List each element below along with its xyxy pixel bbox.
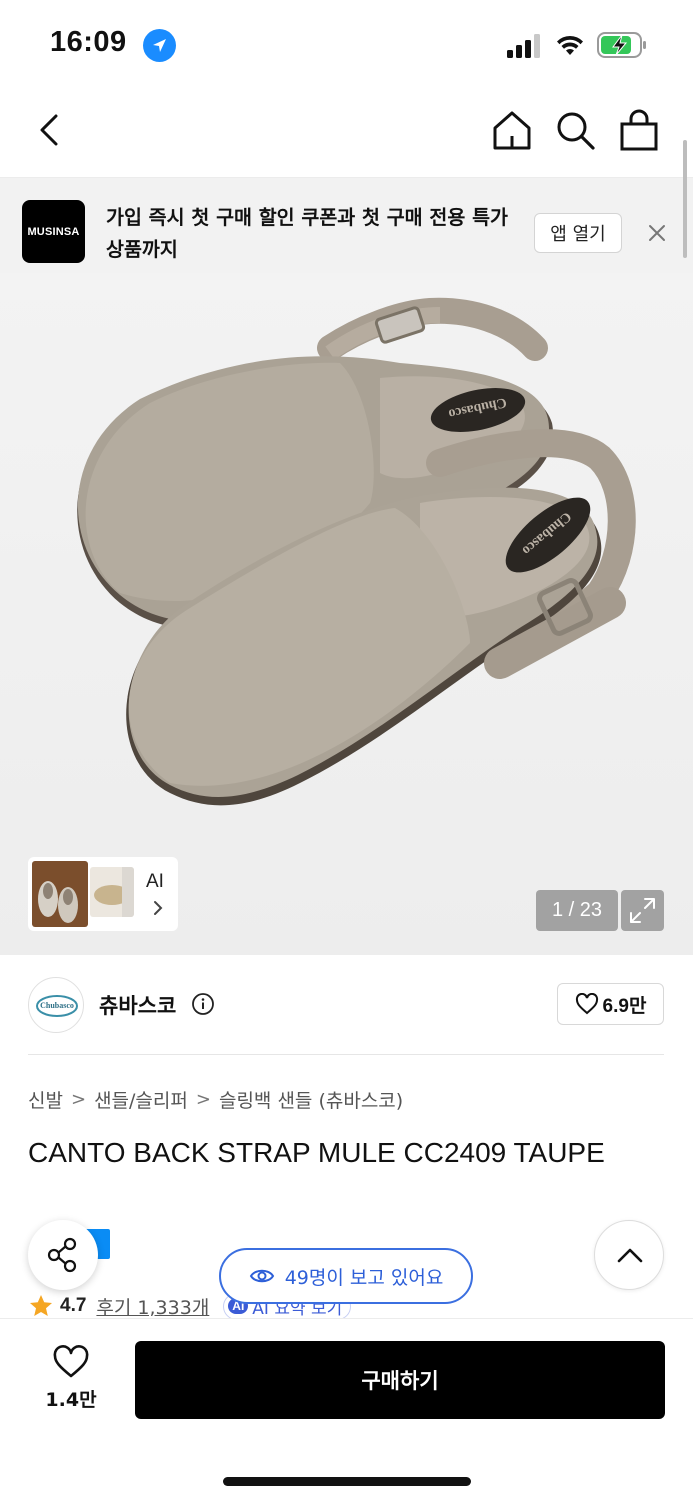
chevron-right-icon [154, 901, 163, 915]
home-icon[interactable] [490, 108, 534, 152]
search-icon[interactable] [553, 108, 597, 152]
breadcrumb-item[interactable]: 슬링백 샌들 (츄바스코) [219, 1086, 403, 1113]
share-icon [47, 1237, 77, 1273]
info-icon[interactable] [191, 992, 215, 1016]
back-icon[interactable] [28, 108, 72, 152]
breadcrumb-item[interactable]: 신발 [28, 1086, 63, 1113]
chevron-up-icon [617, 1248, 643, 1263]
product-title: CANTO BACK STRAP MULE CC2409 TAUPE [28, 1137, 605, 1168]
status-time: 16:09 [50, 26, 127, 58]
signal-icon [507, 34, 540, 58]
app-install-banner: MUSINSA 가입 즉시 첫 구매 할인 쿠폰과 첫 구매 전용 특가 상품까… [0, 178, 693, 273]
brand-like-button[interactable]: 6.9만 [557, 983, 664, 1025]
review-count-link[interactable]: 후기 1,333개 [96, 1293, 209, 1320]
wishlist-count: 1.4만 [45, 1389, 97, 1411]
thumbnail-image[interactable] [32, 861, 88, 927]
brand-like-count: 6.9만 [602, 995, 647, 1017]
brand-name[interactable]: 츄바스코 [99, 990, 176, 1020]
ai-label: AI [146, 871, 164, 892]
heart-icon [53, 1345, 89, 1378]
banner-message: 가입 즉시 첫 구매 할인 쿠폰과 첫 구매 전용 특가 상품까지 [106, 206, 508, 261]
product-image[interactable]: Chubasco Chubasco [0, 273, 693, 955]
battery-icon [597, 32, 646, 58]
close-icon[interactable] [645, 221, 669, 245]
breadcrumb-item[interactable]: 샌들/슬리퍼 [94, 1086, 188, 1113]
rating-value: 4.7 [60, 1295, 87, 1316]
home-indicator[interactable] [223, 1477, 471, 1486]
wifi-icon [557, 35, 583, 55]
brand-logo-text: Chubasco [40, 1001, 74, 1010]
scroll-to-top-button[interactable] [594, 1220, 664, 1290]
star-icon [30, 1295, 52, 1316]
wishlist-button[interactable]: 1.4만 [30, 1345, 112, 1415]
expand-icon [630, 898, 655, 923]
location-icon [143, 29, 176, 62]
shopping-bag-icon[interactable] [617, 108, 661, 152]
open-app-button[interactable]: 앱 열기 [534, 213, 622, 253]
thumbnail-image-2[interactable] [90, 867, 134, 917]
heart-icon [575, 993, 598, 1015]
expand-button[interactable] [621, 890, 664, 931]
app-header [0, 84, 693, 178]
breadcrumb-separator: > [195, 1089, 211, 1110]
product-gallery[interactable]: Chubasco Chubasco AI 1 / 23 [0, 273, 693, 955]
divider [28, 1054, 664, 1055]
ai-thumbnail-strip[interactable]: AI [28, 857, 178, 931]
image-page-counter: 1 / 23 [536, 890, 618, 931]
bottom-action-bar: 1.4만 구매하기 [0, 1318, 693, 1500]
viewers-text: 49명이 보고 있어요 [284, 1266, 444, 1289]
buy-button[interactable]: 구매하기 [135, 1341, 665, 1419]
brand-logo[interactable]: Chubasco [28, 977, 84, 1033]
breadcrumb: 신발 > 샌들/슬리퍼 > 슬링백 샌들 (츄바스코) [28, 1086, 403, 1113]
page-scrollbar[interactable] [683, 140, 687, 258]
viewers-count-pill: 49명이 보고 있어요 [219, 1248, 473, 1304]
share-button[interactable] [28, 1220, 98, 1290]
eye-icon [249, 1269, 274, 1283]
breadcrumb-separator: > [70, 1089, 87, 1110]
status-bar: 16:09 [0, 0, 693, 84]
musinsa-logo: MUSINSA [22, 200, 85, 263]
